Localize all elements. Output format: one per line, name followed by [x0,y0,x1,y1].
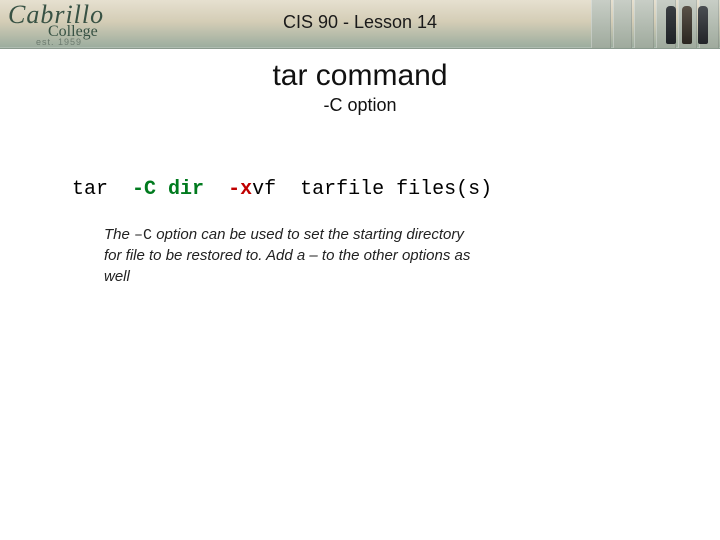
cmd-tar: tar [72,178,132,201]
cmd-option-x: -x [228,178,252,201]
cmd-option-c: -C [132,178,168,201]
logo-est-text: est. 1959 [8,38,188,47]
cmd-gap [204,178,228,201]
banner-photo [590,0,720,48]
page-subheading: -C option [0,95,720,116]
page-heading: tar command [0,59,720,93]
description-paragraph: The –C option can be used to set the sta… [104,225,484,287]
desc-code: –C [134,227,152,244]
desc-t2: option can be used to set the starting d… [104,226,470,285]
desc-t1: The [104,226,134,243]
cmd-rest: vf tarfile files(s) [252,178,492,201]
header-banner: Cabrillo College est. 1959 CIS 90 - Less… [0,0,720,49]
command-syntax: tar -C dir -xvf tarfile files(s) [72,178,720,201]
cmd-arg-dir: dir [168,178,204,201]
